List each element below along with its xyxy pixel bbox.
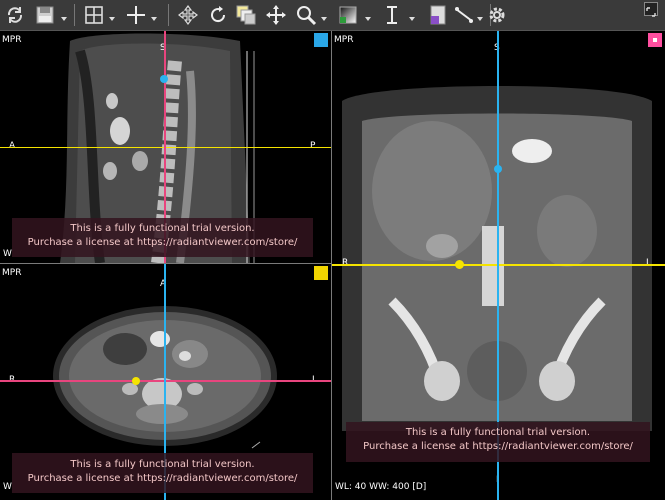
- crosshair-center-handle[interactable]: [132, 377, 140, 385]
- chevron-down-icon[interactable]: [320, 9, 328, 21]
- crosshair-icon[interactable]: [124, 2, 148, 28]
- viewport-divider-vertical[interactable]: [331, 31, 332, 500]
- refresh-icon[interactable]: [4, 2, 26, 28]
- toolbar: [0, 0, 665, 31]
- crosshair-intersection-handle[interactable]: [455, 260, 464, 269]
- settings-icon[interactable]: [484, 2, 510, 28]
- trial-line-1: This is a fully functional trial version…: [70, 223, 255, 234]
- marker-dot: [653, 38, 657, 42]
- save-icon[interactable]: [34, 2, 56, 28]
- chevron-down-icon[interactable]: [364, 9, 372, 21]
- viewport-label: MPR: [2, 268, 22, 278]
- restore-icon[interactable]: [644, 2, 658, 17]
- line-icon[interactable]: [452, 2, 476, 28]
- chevron-down-icon[interactable]: [60, 9, 68, 21]
- roi-icon[interactable]: [426, 2, 450, 28]
- viewport-label: MPR: [2, 35, 22, 45]
- rotate-icon[interactable]: [206, 2, 230, 28]
- toolbar-separator: [168, 4, 169, 26]
- trial-line-1: This is a fully functional trial version…: [70, 459, 255, 470]
- chevron-down-icon[interactable]: [108, 9, 116, 21]
- trial-line-1: This is a fully functional trial version…: [405, 427, 591, 438]
- crosshair-center-handle[interactable]: [494, 165, 502, 173]
- pan-icon[interactable]: [176, 2, 200, 28]
- coronal-viewport[interactable]: MPR S R L I This is a fully functional t…: [332, 31, 665, 500]
- trial-line-2: Purchase a license at https://radiantvie…: [27, 237, 298, 248]
- chevron-down-icon[interactable]: [408, 9, 416, 21]
- orientation-right: L: [646, 258, 652, 268]
- measure-icon[interactable]: [380, 2, 404, 28]
- viewport-divider-horizontal[interactable]: [0, 263, 331, 264]
- trial-notice: This is a fully functional trial version…: [12, 453, 313, 493]
- chevron-down-icon[interactable]: [150, 9, 158, 21]
- axial-viewport[interactable]: MPR A R L W This is a fully functional t…: [0, 264, 331, 500]
- trial-notice: This is a fully functional trial version…: [346, 422, 650, 462]
- viewport-color-marker: [314, 266, 328, 280]
- orientation-bottom-left: W: [3, 482, 12, 492]
- toolbar-separator: [74, 4, 75, 26]
- layout-icon[interactable]: [82, 2, 106, 28]
- viewport-label: MPR: [334, 35, 354, 45]
- zoom-icon[interactable]: [294, 2, 318, 28]
- orientation-left: A: [9, 141, 16, 151]
- orientation-left: R: [342, 258, 349, 268]
- move-icon[interactable]: [264, 2, 288, 28]
- trial-line-2: Purchase a license at https://radiantvie…: [363, 441, 633, 452]
- viewport-color-marker: [314, 33, 328, 47]
- trial-notice: This is a fully functional trial version…: [12, 218, 313, 257]
- orientation-bottom-left: W: [3, 249, 12, 259]
- trial-line-2: Purchase a license at https://radiantvie…: [27, 473, 298, 484]
- stack-icon[interactable]: [234, 2, 258, 28]
- window-level-icon[interactable]: [336, 2, 360, 28]
- viewport-color-marker: [648, 33, 662, 47]
- chevron-down-icon[interactable]: [476, 9, 484, 21]
- crosshair-center-handle[interactable]: [160, 75, 168, 83]
- window-level-readout: WL: 40 WW: 400 [D]: [335, 482, 427, 492]
- orientation-right: P: [310, 141, 316, 151]
- sagittal-viewport[interactable]: MPR S A P W This is a fully functional t…: [0, 31, 331, 263]
